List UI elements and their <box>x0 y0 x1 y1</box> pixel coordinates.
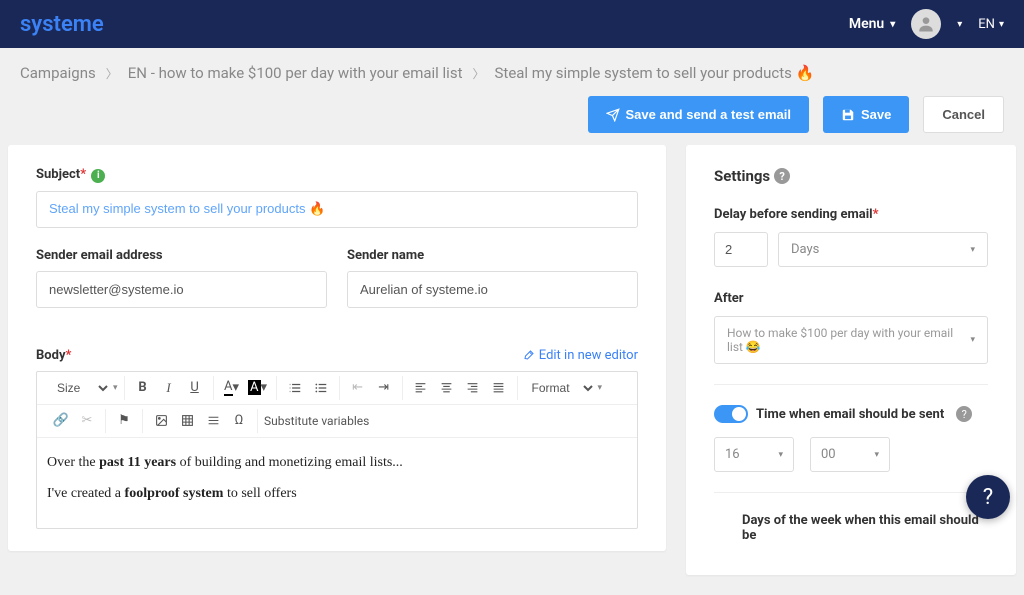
italic-button[interactable]: I <box>157 376 181 400</box>
table-button[interactable] <box>175 409 199 433</box>
omega-button[interactable]: Ω <box>227 409 251 433</box>
delay-value-input[interactable] <box>714 232 768 267</box>
caret-icon: ▾ <box>778 450 783 460</box>
editor-content[interactable]: Over the past 11 years of building and m… <box>37 438 637 528</box>
subject-input[interactable] <box>36 191 638 228</box>
align-justify-button[interactable] <box>487 376 511 400</box>
delay-label: Delay before sending email* <box>714 207 988 222</box>
caret-icon: ▾ <box>970 335 975 345</box>
after-value: How to make $100 per day with your email… <box>727 326 970 354</box>
menu-dropdown[interactable]: Menu ▾ <box>849 16 895 32</box>
days-label: Days of the week when this email should … <box>742 513 988 543</box>
rich-text-editor: Size▾ B I U A ▾ A ▾ <box>36 371 638 529</box>
after-label: After <box>714 291 988 306</box>
user-icon <box>916 14 936 34</box>
settings-title: Settings ? <box>714 167 988 185</box>
caret-icon: ▾ <box>598 383 603 393</box>
menu-label: Menu <box>849 16 884 32</box>
delay-unit-label: Days <box>791 242 819 257</box>
delay-unit-select[interactable]: Days ▾ <box>778 232 988 267</box>
unlink-button[interactable]: ✂ <box>75 409 99 433</box>
save-send-test-label: Save and send a test email <box>626 107 791 122</box>
align-center-button[interactable] <box>435 376 459 400</box>
format-select[interactable]: Format <box>524 378 596 398</box>
unordered-list-button[interactable] <box>309 376 333 400</box>
outdent-button[interactable]: ⇤ <box>346 376 370 400</box>
text-color-button[interactable]: A ▾ <box>220 376 244 400</box>
chevron-right-icon: 〉 <box>472 65 484 82</box>
breadcrumb-campaign[interactable]: EN - how to make $100 per day with your … <box>128 64 463 82</box>
font-size-select[interactable]: Size <box>49 378 111 398</box>
lang-label: EN <box>978 17 995 32</box>
time-hour-select[interactable]: 16 ▾ <box>714 437 794 472</box>
chevron-right-icon: 〉 <box>106 65 118 82</box>
substitute-vars-button[interactable]: Substitute variables <box>258 409 375 433</box>
ordered-list-button[interactable] <box>283 376 307 400</box>
chevron-down-icon: ▾ <box>957 19 962 30</box>
main-panel: Subject* i Sender email address Sender n… <box>8 145 666 551</box>
bold-button[interactable]: B <box>131 376 155 400</box>
sender-email-label: Sender email address <box>36 248 327 263</box>
time-hour-value: 16 <box>725 447 740 462</box>
time-min-select[interactable]: 00 ▾ <box>810 437 890 472</box>
align-right-button[interactable] <box>461 376 485 400</box>
after-select[interactable]: How to make $100 per day with your email… <box>714 316 988 364</box>
help-icon[interactable]: ? <box>956 406 972 422</box>
subject-label: Subject* i <box>36 167 638 183</box>
bg-color-button[interactable]: A ▾ <box>246 376 270 400</box>
language-selector[interactable]: EN ▾ <box>978 17 1004 32</box>
time-label: Time when email should be sent <box>756 407 944 422</box>
cancel-button[interactable]: Cancel <box>923 96 1004 133</box>
magic-wand-icon <box>523 349 535 361</box>
indent-button[interactable]: ⇥ <box>372 376 396 400</box>
sender-name-label: Sender name <box>347 248 638 263</box>
logo[interactable]: systeme <box>20 12 104 37</box>
save-icon <box>841 108 855 122</box>
chevron-down-icon: ▾ <box>890 19 895 30</box>
sender-name-input[interactable] <box>347 271 638 308</box>
edit-new-editor-label: Edit in new editor <box>539 348 638 363</box>
sender-email-input[interactable] <box>36 271 327 308</box>
help-icon[interactable]: ? <box>774 168 790 184</box>
help-fab[interactable]: ? <box>966 475 1010 519</box>
breadcrumb-campaigns[interactable]: Campaigns <box>20 64 96 82</box>
flag-button[interactable]: ⚑ <box>112 409 136 433</box>
time-min-value: 00 <box>821 447 836 462</box>
underline-button[interactable]: U <box>183 376 207 400</box>
link-button[interactable]: 🔗 <box>49 409 73 433</box>
caret-icon: ▾ <box>970 245 975 255</box>
divider <box>714 492 988 493</box>
save-button[interactable]: Save <box>823 96 909 133</box>
hr-button[interactable] <box>201 409 225 433</box>
breadcrumb: Campaigns 〉 EN - how to make $100 per da… <box>20 64 1004 82</box>
edit-new-editor-link[interactable]: Edit in new editor <box>523 348 638 363</box>
time-toggle[interactable] <box>714 405 748 423</box>
breadcrumb-current: Steal my simple system to sell your prod… <box>495 64 815 82</box>
chevron-down-icon: ▾ <box>999 19 1004 30</box>
caret-icon: ▾ <box>113 383 118 393</box>
caret-icon: ▾ <box>874 450 879 460</box>
save-send-test-button[interactable]: Save and send a test email <box>588 96 809 133</box>
settings-panel: Settings ? Delay before sending email* D… <box>686 145 1016 575</box>
info-icon[interactable]: i <box>91 169 105 183</box>
avatar[interactable] <box>911 9 941 39</box>
send-icon <box>606 108 620 122</box>
divider <box>714 384 988 385</box>
image-button[interactable] <box>149 409 173 433</box>
save-label: Save <box>861 107 891 122</box>
align-left-button[interactable] <box>409 376 433 400</box>
